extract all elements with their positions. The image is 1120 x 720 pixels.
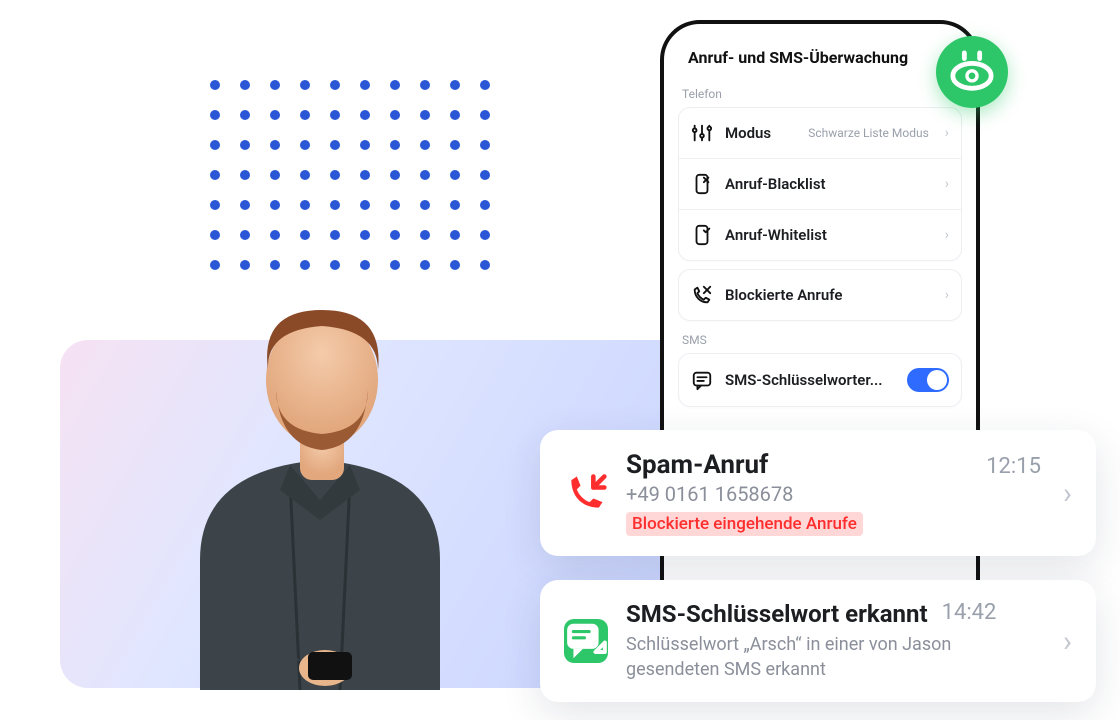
blacklist-label: Anruf-Blacklist xyxy=(725,175,933,193)
phone-frame: Anruf- und SMS-Überwachung Telefon Modus… xyxy=(660,20,980,660)
spam-call-notification[interactable]: Spam-Anruf +49 0161 1658678 Blockierte e… xyxy=(540,430,1096,556)
chevron-right-icon: › xyxy=(945,125,949,141)
sms-keywords-row[interactable]: SMS-Schlüsselworter... xyxy=(679,354,961,406)
mode-label: Modus xyxy=(725,124,796,142)
sms-incoming-icon xyxy=(564,619,608,663)
chevron-right-icon: › xyxy=(1063,476,1072,511)
whitelist-row[interactable]: Anruf-Whitelist › xyxy=(679,210,961,260)
phone-block-icon xyxy=(691,173,713,195)
sms-keywords-card: SMS-Schlüsselworter... xyxy=(678,353,962,407)
blocked-calls-card: Blockierte Anrufe › xyxy=(678,269,962,321)
sms-keywords-toggle[interactable] xyxy=(907,368,949,392)
call-blocked-icon xyxy=(691,284,713,306)
blocked-label: Blockierte Anrufe xyxy=(725,286,933,304)
blacklist-row[interactable]: Anruf-Blacklist › xyxy=(679,159,961,210)
sms-keyword-notification[interactable]: SMS-Schlüsselwort erkannt 14:42 Schlüsse… xyxy=(540,580,1096,702)
chevron-right-icon: › xyxy=(945,287,949,303)
spam-content: Spam-Anruf +49 0161 1658678 Blockierte e… xyxy=(626,450,968,536)
chevron-right-icon: › xyxy=(945,227,949,243)
phone-title: Anruf- und SMS-Überwachung xyxy=(688,48,908,67)
phone-check-icon xyxy=(691,224,713,246)
spam-number: +49 0161 1658678 xyxy=(626,482,968,506)
sliders-icon xyxy=(691,122,713,144)
decorative-dots xyxy=(210,80,490,270)
sms-desc: Schlüsselwort „Arsch“ in einer von Jason… xyxy=(626,632,1006,682)
blocked-calls-row[interactable]: Blockierte Anrufe › xyxy=(679,270,961,320)
app-badge xyxy=(936,36,1008,108)
phone-header: Anruf- und SMS-Überwachung xyxy=(678,44,962,75)
sms-content: SMS-Schlüsselwort erkannt 14:42 Schlüsse… xyxy=(626,600,1041,682)
incoming-call-icon xyxy=(564,471,608,515)
sms-title: SMS-Schlüsselwort erkannt xyxy=(626,600,928,628)
section-label-sms: SMS xyxy=(682,333,958,347)
mode-value: Schwarze Liste Modus xyxy=(808,126,929,140)
spam-time: 12:15 xyxy=(986,454,1041,479)
sms-time: 14:42 xyxy=(942,600,997,625)
mode-row[interactable]: Modus Schwarze Liste Modus › xyxy=(679,108,961,159)
spam-title: Spam-Anruf xyxy=(626,450,968,480)
person-photo xyxy=(150,260,490,690)
spam-badge: Blockierte eingehende Anrufe xyxy=(626,512,863,536)
section-label-telefon: Telefon xyxy=(682,87,958,101)
whitelist-label: Anruf-Whitelist xyxy=(725,226,933,244)
sms-keywords-label: SMS-Schlüsselworter... xyxy=(725,371,895,389)
chevron-right-icon: › xyxy=(1063,624,1072,659)
telefon-menu: Modus Schwarze Liste Modus › Anruf-Black… xyxy=(678,107,962,261)
chevron-right-icon: › xyxy=(945,176,949,192)
message-icon xyxy=(691,369,713,391)
